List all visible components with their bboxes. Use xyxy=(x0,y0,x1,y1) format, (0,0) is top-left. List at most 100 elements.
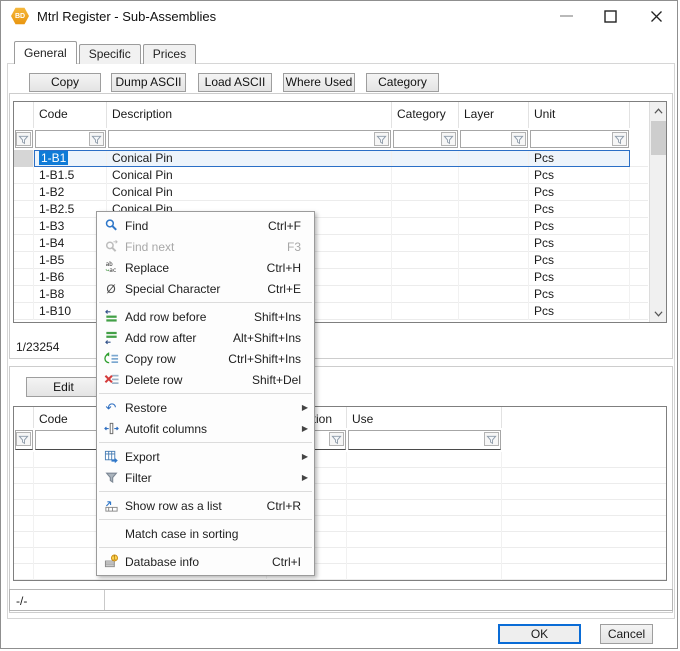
filter-button[interactable] xyxy=(612,132,627,146)
chevron-down-icon xyxy=(654,311,663,317)
tab-specific[interactable]: Specific xyxy=(79,44,141,64)
menu-item-add-row-after[interactable]: Add row afterAlt+Shift+Ins xyxy=(97,327,314,348)
cell-unit: Pcs xyxy=(529,150,630,167)
close-icon xyxy=(650,10,663,23)
filter-button[interactable] xyxy=(484,432,499,446)
maximize-button[interactable] xyxy=(593,1,627,31)
menu-item-restore[interactable]: ↶Restore▶ xyxy=(97,397,314,418)
menu-item-label: Find next xyxy=(125,240,287,254)
show-row-as-list-icon xyxy=(97,498,125,513)
menu-separator xyxy=(99,547,312,548)
column-header-layer: Layer xyxy=(459,102,529,128)
menu-item-database-info[interactable]: 1Database infoCtrl+I xyxy=(97,551,314,572)
tab-prices[interactable]: Prices xyxy=(143,44,196,64)
cell-category xyxy=(392,201,459,218)
cell-unit: Pcs xyxy=(529,252,630,269)
toolbar-button-category[interactable]: Category xyxy=(366,73,439,92)
toolbar-button-load-ascii[interactable]: Load ASCII xyxy=(198,73,272,92)
database-info-icon: 1 xyxy=(97,554,125,569)
toolbar-button-where-used[interactable]: Where Used xyxy=(283,73,355,92)
funnel-icon xyxy=(18,134,29,145)
filter-button[interactable] xyxy=(16,432,31,446)
menu-item-shortcut: Ctrl+Shift+Ins xyxy=(228,352,314,366)
toolbar-button-dump-ascii[interactable]: Dump ASCII xyxy=(111,73,186,92)
maximize-icon xyxy=(604,10,617,23)
toolbar-button-copy[interactable]: Copy xyxy=(29,73,101,92)
menu-item-replace[interactable]: ab↪acReplaceCtrl+H xyxy=(97,257,314,278)
cell-category xyxy=(392,269,459,286)
svg-text:1: 1 xyxy=(113,556,116,562)
filter-button[interactable] xyxy=(89,132,104,146)
funnel-icon xyxy=(443,134,454,145)
detail-status-bar: -/- xyxy=(9,589,673,611)
menu-item-show-row-as-a-list[interactable]: Show row as a listCtrl+R xyxy=(97,495,314,516)
menu-item-label: Match case in sorting xyxy=(125,527,301,541)
vertical-scrollbar[interactable] xyxy=(649,102,666,322)
minimize-button[interactable] xyxy=(549,1,583,31)
menu-item-shortcut: Ctrl+R xyxy=(267,499,314,513)
add-row-before-icon xyxy=(97,309,125,324)
menu-item-copy-row[interactable]: Copy rowCtrl+Shift+Ins xyxy=(97,348,314,369)
cell-category xyxy=(392,286,459,303)
special-character-icon: Ø xyxy=(97,282,125,296)
filter-button[interactable] xyxy=(441,132,456,146)
menu-item-special-character[interactable]: ØSpecial CharacterCtrl+E xyxy=(97,278,314,299)
filter-cell xyxy=(108,130,391,148)
cancel-button[interactable]: Cancel xyxy=(600,624,653,644)
cell-category xyxy=(392,218,459,235)
cell-unit: Pcs xyxy=(529,269,630,286)
row-selector-cell xyxy=(14,184,34,201)
filter-cell xyxy=(530,130,629,148)
cell-layer xyxy=(459,167,529,184)
filter-cell xyxy=(35,130,106,148)
menu-item-export[interactable]: Export▶ xyxy=(97,446,314,467)
column-header-unit: Unit xyxy=(529,102,630,128)
table-row[interactable]: 1-B2Conical PinPcs xyxy=(14,184,648,201)
filter-cell xyxy=(15,430,33,450)
replace-icon: ab↪ac xyxy=(97,262,125,274)
scroll-down-button[interactable] xyxy=(650,305,667,322)
menu-item-find-next: Find nextF3 xyxy=(97,236,314,257)
selected-code-text: 1-B1 xyxy=(39,151,68,165)
menu-item-filter[interactable]: Filter▶ xyxy=(97,467,314,488)
find-icon xyxy=(97,218,125,233)
cell-layer xyxy=(459,269,529,286)
export-icon xyxy=(97,449,125,464)
table-row[interactable]: 1-B1Conical PinPcs xyxy=(14,150,648,167)
scrollbar-thumb[interactable] xyxy=(651,121,666,155)
filter-button[interactable] xyxy=(16,132,31,146)
cell-layer xyxy=(459,150,529,167)
menu-item-shortcut: Ctrl+E xyxy=(267,282,314,296)
edit-button[interactable]: Edit xyxy=(26,377,101,397)
row-selector-cell xyxy=(14,252,34,269)
filter-button[interactable] xyxy=(511,132,526,146)
table-row[interactable]: 1-B1.5Conical PinPcs xyxy=(14,167,648,184)
filter-cell xyxy=(348,430,501,450)
row-selector-cell xyxy=(14,516,34,532)
tab-general[interactable]: General xyxy=(14,41,77,64)
cell-unit: Pcs xyxy=(529,218,630,235)
row-selector-cell xyxy=(14,269,34,286)
menu-item-shortcut: Shift+Del xyxy=(252,373,314,387)
funnel-icon xyxy=(614,134,625,145)
filter-button[interactable] xyxy=(374,132,389,146)
ok-button[interactable]: OK xyxy=(498,624,581,644)
menu-item-delete-row[interactable]: Delete rowShift+Del xyxy=(97,369,314,390)
cell-layer xyxy=(459,201,529,218)
menu-separator xyxy=(99,302,312,303)
cell-unit: Pcs xyxy=(529,167,630,184)
filter-button[interactable] xyxy=(329,432,344,446)
menu-separator xyxy=(99,519,312,520)
cell-category xyxy=(392,235,459,252)
menu-item-match-case-in-sorting[interactable]: Match case in sorting xyxy=(97,523,314,544)
cell-use xyxy=(347,564,502,580)
cell-layer xyxy=(459,184,529,201)
menu-item-add-row-before[interactable]: Add row beforeShift+Ins xyxy=(97,306,314,327)
menu-item-find[interactable]: FindCtrl+F xyxy=(97,215,314,236)
menu-item-label: Filter xyxy=(125,471,296,485)
close-button[interactable] xyxy=(639,1,673,31)
menu-item-autofit-columns[interactable]: Autofit columns▶ xyxy=(97,418,314,439)
scroll-up-button[interactable] xyxy=(650,102,667,119)
menu-item-label: Find xyxy=(125,219,268,233)
cell-unit: Pcs xyxy=(529,184,630,201)
